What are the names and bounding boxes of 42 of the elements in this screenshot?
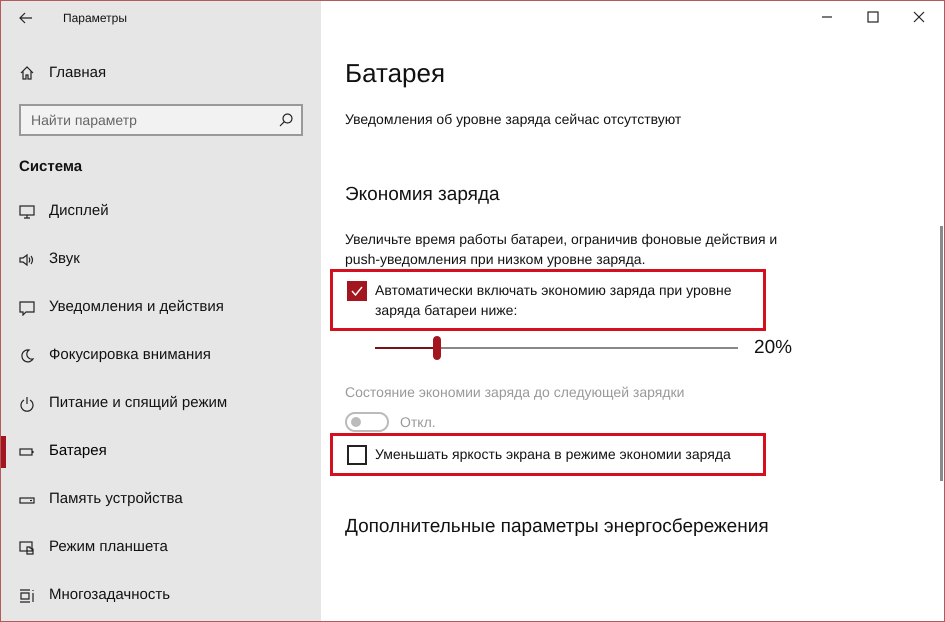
search-field[interactable]: Найти параметр (19, 104, 303, 136)
multitask-icon (19, 588, 35, 604)
close-icon (913, 11, 925, 23)
maximize-icon (867, 11, 879, 23)
tablet-icon (19, 540, 35, 556)
page-title: Батарея (345, 57, 446, 89)
scrollbar[interactable] (940, 226, 943, 481)
section-heading: Дополнительные параметры энергосбережения (345, 514, 770, 538)
checkbox[interactable] (347, 280, 367, 300)
home-icon (19, 65, 35, 81)
sidebar-item[interactable]: Многозадачность (49, 584, 170, 607)
power-icon (19, 396, 35, 412)
back-button[interactable] (19, 10, 35, 26)
toggle-label: Состояние экономии заряда до следующей зарядки (345, 382, 686, 402)
speaker-icon (19, 252, 35, 268)
check-icon (351, 286, 363, 296)
slider-thumb[interactable] (432, 336, 441, 360)
toggle-state: Откл. (400, 412, 436, 432)
search-icon (279, 113, 293, 127)
section-heading: Система (18, 157, 84, 177)
sidebar-item[interactable]: Фокусировка внимания (49, 344, 211, 367)
display-icon (19, 204, 35, 220)
sidebar-item[interactable]: Память устройства (49, 488, 183, 511)
checkbox-label: Уменьшать яркость экрана в режиме экономии заряда (375, 444, 732, 464)
slider-value: 20% (754, 336, 792, 360)
slider-track[interactable] (375, 336, 738, 360)
sidebar-item[interactable]: Звук (49, 248, 80, 271)
checkbox-label: Автоматически включать экономию заряда при уровне заряда батареи ниже: (375, 280, 732, 320)
home-link[interactable]: Главная (49, 62, 106, 84)
notice-text: Уведомления об уровне заряда сейчас отсутствуют (345, 110, 682, 129)
window-title: Параметры (63, 10, 127, 27)
section-heading: Экономия заряда (345, 183, 501, 207)
sidebar-item[interactable]: Дисплей (49, 200, 109, 223)
sidebar-item[interactable]: Режим планшета (49, 536, 168, 559)
back-arrow-icon (19, 12, 33, 24)
description-text: Увеличьте время работы батареи, ограничив фоновые действия и push-уведомления при низком уровне заряда. (345, 230, 778, 268)
sidebar-item[interactable]: Питание и спящий режим (49, 392, 228, 415)
checkbox[interactable] (347, 444, 367, 464)
message-icon (19, 300, 35, 316)
sidebar-item[interactable]: Батарея (49, 440, 107, 463)
moon-icon (19, 348, 35, 364)
sidebar-item[interactable]: Уведомления и действия (49, 296, 224, 319)
